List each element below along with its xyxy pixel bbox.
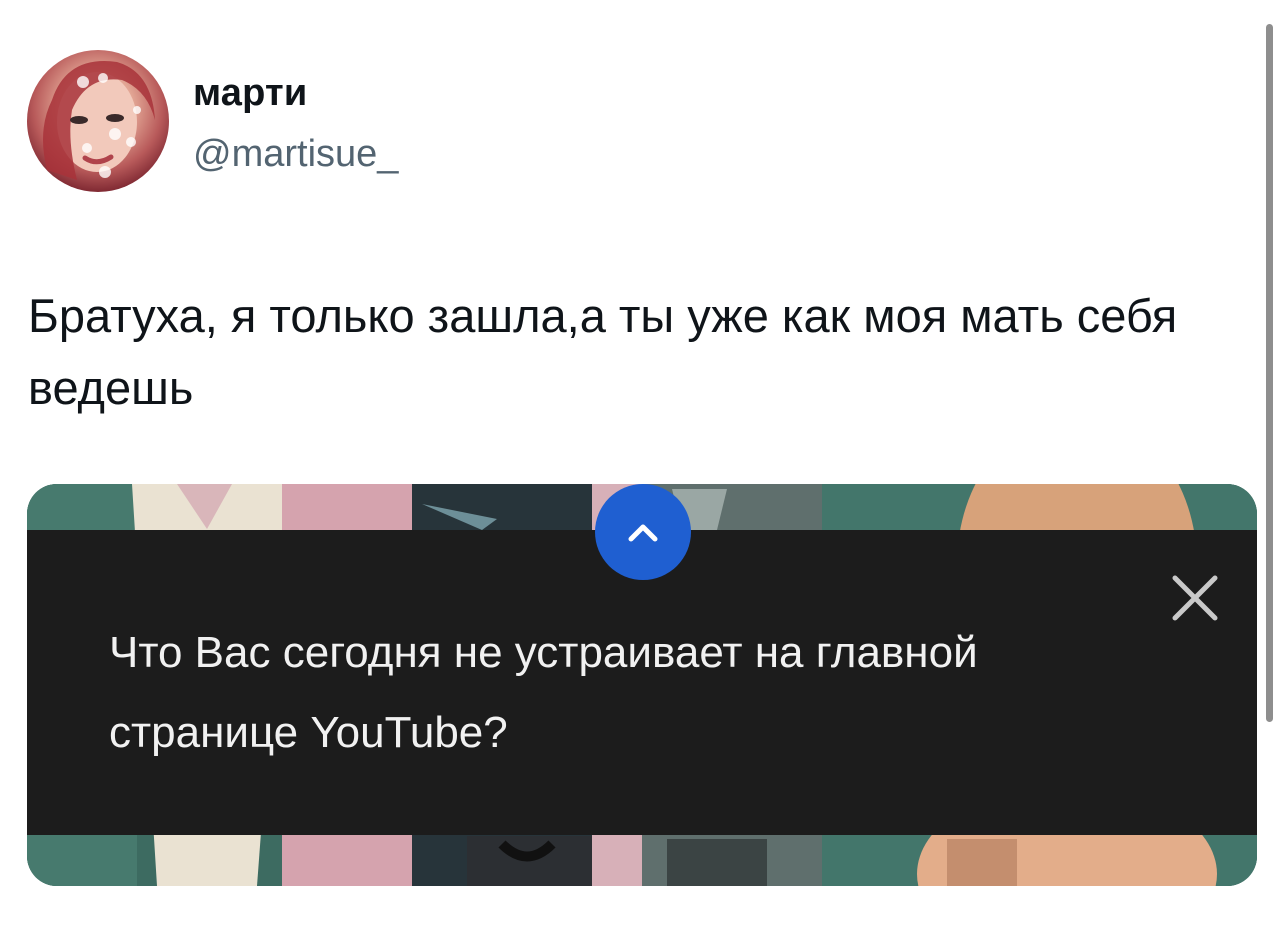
tweet-media[interactable]: Что Вас сегодня не устраивает на главной… — [27, 484, 1257, 886]
handle[interactable]: @martisue_ — [193, 133, 398, 176]
scrollbar[interactable] — [1266, 24, 1273, 722]
close-icon[interactable] — [1167, 570, 1223, 626]
avatar[interactable] — [27, 50, 169, 192]
popup-question-text: Что Вас сегодня не устраивает на главной… — [109, 628, 978, 757]
tweet-text: Братуха, я только зашла,а ты уже как моя… — [28, 289, 1178, 414]
tweet-card: марти @martisue_ Братуха, я только зашла… — [0, 0, 1284, 929]
expand-up-button[interactable] — [595, 484, 691, 580]
chevron-up-icon — [628, 524, 658, 542]
display-name[interactable]: марти — [193, 72, 307, 115]
